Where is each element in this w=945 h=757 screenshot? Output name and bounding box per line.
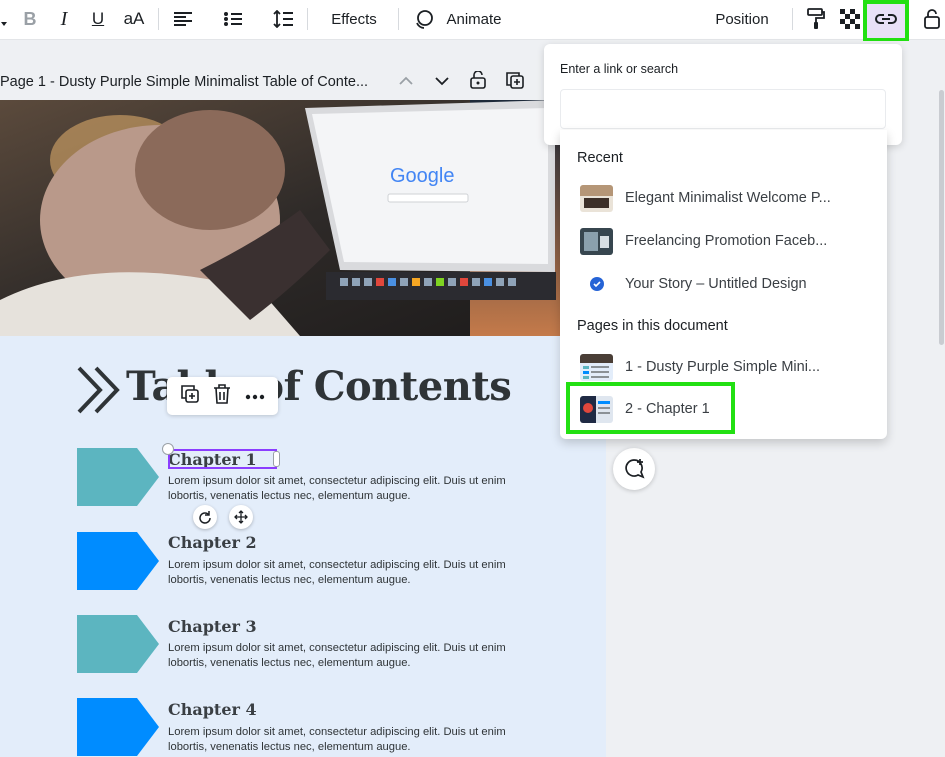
editor-toolbar: B I U aA Effects Animate Position: [0, 0, 945, 40]
link-button-highlight: [863, 0, 909, 42]
page-item-highlight: [566, 382, 735, 434]
chapter-3-body[interactable]: Lorem ipsum dolor sit amet, consectetur …: [168, 641, 518, 671]
photo-brand-text: Google: [390, 165, 455, 187]
recent-item-label: Elegant Minimalist Welcome P...: [625, 190, 831, 206]
chapter-4-title[interactable]: Chapter 4: [168, 700, 257, 719]
paint-roller-icon[interactable]: [804, 0, 828, 38]
chapter-1-arrow[interactable]: [77, 448, 159, 506]
design-page[interactable]: Google Table of Contents Chapter 1 Lorem…: [0, 100, 606, 757]
position-button[interactable]: Position: [706, 0, 778, 38]
effects-button[interactable]: Effects: [320, 0, 388, 38]
page-title: Page 1 - Dusty Purple Simple Minimalist …: [0, 74, 369, 90]
chapter-3-title[interactable]: Chapter 3: [168, 617, 257, 636]
chapter-3-arrow[interactable]: [77, 615, 159, 673]
move-icon[interactable]: [229, 505, 253, 529]
recent-heading: Recent: [577, 150, 623, 166]
recent-item[interactable]: Freelancing Promotion Faceb...: [572, 223, 872, 259]
page-lock-icon[interactable]: [470, 70, 486, 93]
transparency-icon[interactable]: [838, 0, 862, 38]
link-input-label: Enter a link or search: [560, 62, 679, 76]
line-spacing-icon[interactable]: [270, 0, 296, 38]
recent-item-label: Your Story – Untitled Design: [625, 276, 807, 292]
bulleted-list-icon[interactable]: [220, 0, 246, 38]
pages-heading: Pages in this document: [577, 318, 728, 334]
bold-button[interactable]: B: [18, 0, 42, 38]
chapter-2-arrow[interactable]: [77, 532, 159, 590]
rotate-icon[interactable]: [193, 505, 217, 529]
chapter-2-body[interactable]: Lorem ipsum dolor sit amet, consectetur …: [168, 558, 518, 588]
recent-item[interactable]: Your Story – Untitled Design: [572, 266, 872, 302]
letter-case-button[interactable]: aA: [120, 0, 148, 38]
text-color-icon[interactable]: [0, 0, 12, 38]
selection-box: [168, 449, 277, 469]
selection-corner-handle[interactable]: [162, 443, 174, 455]
italic-button[interactable]: I: [52, 0, 76, 38]
verified-check-icon: [580, 271, 613, 298]
page-item-label: 1 - Dusty Purple Simple Mini...: [625, 359, 821, 375]
align-left-icon[interactable]: [170, 0, 196, 38]
lock-icon[interactable]: [920, 0, 944, 38]
add-comment-icon: [625, 459, 645, 479]
vertical-scrollbar[interactable]: [939, 90, 944, 345]
chapter-1-body[interactable]: Lorem ipsum dolor sit amet, consectetur …: [168, 474, 518, 504]
recent-item-label: Freelancing Promotion Faceb...: [625, 233, 828, 249]
underline-button[interactable]: U: [86, 0, 110, 38]
chapter-4-arrow[interactable]: [77, 698, 159, 756]
add-comment-button[interactable]: [613, 448, 655, 490]
page-thumbnail: [580, 353, 613, 381]
design-thumbnail: [580, 184, 613, 212]
header-photo[interactable]: Google: [0, 100, 606, 336]
chevron-down-icon[interactable]: [434, 74, 450, 90]
chapter-4-body[interactable]: Lorem ipsum dolor sit amet, consectetur …: [168, 725, 518, 755]
animate-icon[interactable]: [412, 0, 436, 38]
element-mini-toolbar: [167, 377, 278, 415]
page-item[interactable]: 1 - Dusty Purple Simple Mini...: [572, 349, 872, 385]
design-thumbnail: [580, 227, 613, 255]
link-search-input[interactable]: [560, 89, 886, 129]
page-header: Page 1 - Dusty Purple Simple Minimalist …: [0, 66, 560, 98]
recent-item[interactable]: Elegant Minimalist Welcome P...: [572, 180, 872, 216]
animate-button[interactable]: Animate: [442, 0, 506, 38]
more-options-icon[interactable]: [245, 387, 265, 405]
trash-icon[interactable]: [213, 383, 231, 409]
chapter-2-title[interactable]: Chapter 2: [168, 533, 257, 552]
duplicate-page-icon[interactable]: [506, 71, 524, 93]
chevron-up-icon[interactable]: [398, 74, 414, 90]
duplicate-icon[interactable]: [180, 384, 200, 409]
selection-side-handle[interactable]: [273, 451, 280, 467]
double-chevron-icon: [76, 365, 124, 420]
